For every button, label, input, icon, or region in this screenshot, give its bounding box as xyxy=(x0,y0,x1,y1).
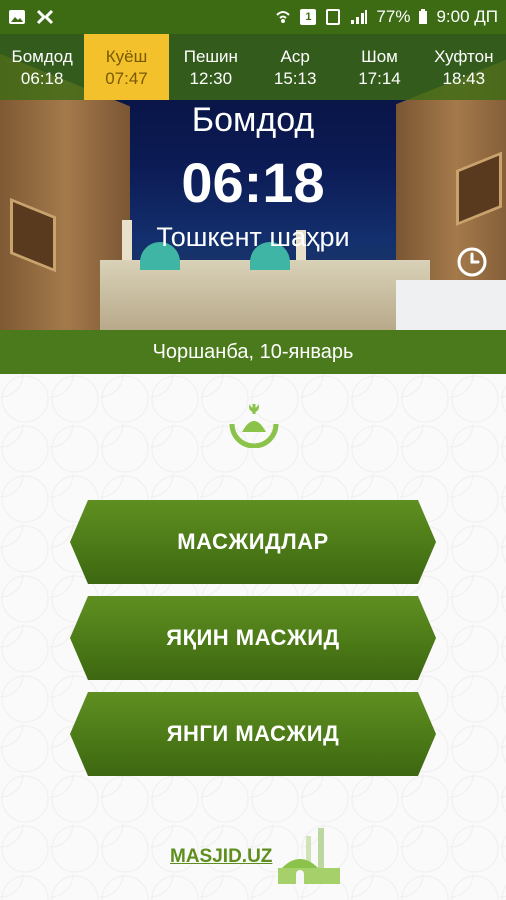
prayer-tab[interactable]: Бомдод 06:18 xyxy=(0,34,84,100)
app-notification-icon xyxy=(36,9,54,25)
prayer-tab-name: Хуфтон xyxy=(434,47,494,66)
prayer-tab-time: 17:14 xyxy=(358,69,401,88)
new-mosque-button[interactable]: ЯНГИ МАСЖИД xyxy=(70,692,436,776)
city-name: Тошкент шаҳри xyxy=(156,222,350,252)
no-signal-icon xyxy=(276,11,291,23)
current-prayer-name: Бомдод xyxy=(191,101,315,139)
mosque-dome-logo-icon xyxy=(229,404,279,448)
clock-time: 9:00 ДП xyxy=(436,7,498,26)
sim-card-icon xyxy=(326,9,341,25)
date-bar: Чоршанба, 10-январь xyxy=(0,330,506,374)
prayer-times-strip: Бомдод 06:18 Куёш 07:47 Пешин 12:30 Аср 15:13 Шо… xyxy=(0,34,506,100)
image-notification-icon xyxy=(9,10,25,24)
prayer-tab-name: Шом xyxy=(361,47,398,66)
clock-icon[interactable] xyxy=(456,246,488,278)
building xyxy=(396,280,506,330)
prayer-tab-name: Куёш xyxy=(105,47,148,66)
prayer-tab-time: 07:47 xyxy=(105,69,148,88)
sim-badge: 1 xyxy=(300,9,317,25)
prayer-tab[interactable]: Шом 17:14 xyxy=(337,34,421,100)
prayer-tab-time: 18:43 xyxy=(442,69,486,88)
current-prayer-time: 06:18 xyxy=(181,151,325,214)
prayer-tab-time: 06:18 xyxy=(20,69,64,88)
nearest-mosque-button[interactable]: ЯҚИН МАСЖИД xyxy=(70,596,436,680)
status-bar: 1 77% 9:00 ДП xyxy=(0,0,506,34)
prayer-tab-name: Пешин xyxy=(183,47,238,66)
prayer-tab[interactable]: Куёш 07:47 xyxy=(84,34,169,100)
prayer-tab[interactable]: Аср 15:13 xyxy=(253,34,337,100)
mosque-silhouette xyxy=(100,260,430,330)
battery-icon xyxy=(419,9,428,24)
prayer-tab-name: Бомдод xyxy=(11,47,73,66)
battery-percent: 77% xyxy=(376,7,411,26)
brand-name[interactable]: MASJID.UZ xyxy=(170,846,272,868)
prayer-tab-name: Аср xyxy=(280,47,310,66)
prayer-tab[interactable]: Хуфтон 18:43 xyxy=(422,34,506,100)
prayer-tab-time: 15:13 xyxy=(273,69,317,88)
prayer-tab[interactable]: Пешин 12:30 xyxy=(169,34,253,100)
mosques-button[interactable]: МАСЖИДЛАР xyxy=(70,500,436,584)
signal-strength-icon xyxy=(351,10,368,24)
prayer-tab-time: 12:30 xyxy=(189,69,233,88)
